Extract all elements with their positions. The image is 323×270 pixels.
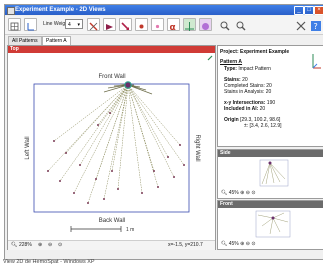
- zoom-out-icon[interactable]: [235, 19, 247, 31]
- type-row: Type: Impact Pattern: [224, 66, 271, 72]
- front-view-panel: Front 🔍︎ 45% ⊕ ⊖ ⊙: [217, 200, 323, 250]
- svg-text:α: α: [170, 23, 176, 32]
- zoom-fit-icon[interactable]: ⊙: [58, 241, 62, 250]
- stain-marker[interactable]: [111, 170, 113, 172]
- tab-pattern-a[interactable]: Pattern A: [42, 36, 71, 45]
- origin-marker: [124, 81, 132, 89]
- scale-label: 1 m: [126, 227, 134, 233]
- line-weight-select[interactable]: 4 ▾: [65, 19, 83, 29]
- stain-marker[interactable]: [153, 170, 155, 172]
- grid-view-icon[interactable]: [8, 18, 21, 31]
- side-view-panel: Side 🔍︎ 45% ⊕ ⊖ ⊙: [217, 149, 323, 199]
- magnify-icon: 🔍︎: [221, 241, 228, 247]
- close-view-icon[interactable]: [295, 19, 307, 31]
- top-view-header: Top: [8, 46, 215, 53]
- stain-marker[interactable]: [183, 164, 185, 166]
- stain-arrow-icon[interactable]: [103, 18, 116, 31]
- stain-marker[interactable]: [103, 198, 105, 200]
- stain-marker[interactable]: [109, 112, 111, 114]
- stain-marker[interactable]: [79, 164, 81, 166]
- zoom-fit-icon[interactable]: ⊙: [251, 190, 255, 196]
- front-zoom-level: 45%: [228, 241, 239, 247]
- stain-marker[interactable]: [73, 192, 75, 194]
- project-title: Project: Experiment Example: [220, 49, 290, 55]
- front-view-canvas[interactable]: [218, 208, 323, 240]
- stain-marker[interactable]: [65, 152, 67, 154]
- pattern-name[interactable]: Pattern A: [220, 59, 242, 65]
- stains-in-analysis-row: Stains in Analysis: 20: [224, 89, 272, 95]
- toolbar: Line Weight: 4 ▾ α ?: [5, 16, 323, 35]
- maximize-icon[interactable]: □: [304, 6, 314, 15]
- top-view-zoom-bar: 🔍︎ 228% ⊕ ⊖ ⊙ x=-1.5, y=210.7: [8, 240, 215, 250]
- stain-marker[interactable]: [179, 144, 181, 146]
- help-icon[interactable]: ?: [310, 19, 322, 31]
- top-view-title: Top: [10, 46, 19, 52]
- top-view-canvas[interactable]: Front Wall Back Wall Left Wall Right Wal…: [8, 53, 215, 240]
- stain-marker[interactable]: [95, 178, 97, 180]
- screenshot-caption: View 2D de HemoSpat - Windows XP: [3, 259, 95, 265]
- pink-dot-icon[interactable]: [151, 18, 164, 31]
- stain-marker[interactable]: [173, 176, 175, 178]
- side-zoom-bar: 🔍︎ 45% ⊕ ⊖ ⊙: [221, 189, 256, 198]
- uncertainty-row: ±: [3.4, 2.6, 12.9]: [244, 123, 282, 129]
- stain-marker[interactable]: [59, 180, 61, 182]
- point-icon[interactable]: [135, 18, 148, 31]
- sphere-icon[interactable]: [199, 18, 212, 31]
- stain-marker[interactable]: [53, 140, 55, 142]
- magnify-icon: 🔍︎: [11, 242, 18, 248]
- magnify-icon: 🔍︎: [221, 190, 228, 196]
- app-icon: [7, 7, 15, 15]
- alpha-icon[interactable]: α: [167, 18, 180, 33]
- side-view-header: Side: [218, 150, 323, 157]
- line-weight-value: 4: [68, 22, 71, 28]
- right-wall-label: Right Wall: [194, 134, 200, 161]
- zoom-fit-icon[interactable]: ⊙: [251, 241, 255, 247]
- right-column: Project: Experiment Example Pattern A Ty…: [217, 45, 323, 250]
- line-arrow-icon[interactable]: [119, 18, 132, 31]
- top-zoom-level: 228%: [19, 242, 32, 248]
- stain-marker[interactable]: [141, 192, 143, 194]
- front-wall-label: Front Wall: [98, 74, 125, 80]
- project-panel: Project: Experiment Example Pattern A Ty…: [217, 45, 323, 147]
- app-window: Experiment Example - 2D Views _ □ × Line…: [4, 4, 323, 260]
- axes-view-icon[interactable]: [24, 18, 37, 31]
- stain-marker[interactable]: [47, 170, 49, 172]
- front-view-header: Front: [218, 201, 323, 208]
- stain-marker[interactable]: [167, 156, 169, 158]
- zoom-in-icon[interactable]: ⊕: [240, 190, 244, 196]
- stain-marker[interactable]: [157, 186, 159, 188]
- side-view-canvas[interactable]: [218, 157, 323, 189]
- tab-all-patterns[interactable]: All Patterns: [8, 36, 42, 45]
- stain-marker[interactable]: [87, 202, 89, 204]
- minimize-icon[interactable]: _: [294, 6, 304, 15]
- zoom-in-icon[interactable]: [219, 19, 231, 31]
- convergence-icon[interactable]: [183, 18, 196, 31]
- back-wall-label: Back Wall: [99, 218, 125, 224]
- room-outline: [33, 83, 190, 213]
- trajectory-tool-icon[interactable]: [87, 18, 100, 31]
- tab-row: All Patterns Pattern A: [5, 35, 215, 45]
- zoom-in-icon[interactable]: ⊕: [240, 241, 244, 247]
- stain-marker[interactable]: [117, 188, 119, 190]
- top-view-panel: Top Front Wall Back Wall Left Wall Right…: [7, 45, 216, 250]
- zoom-in-icon[interactable]: ⊕: [38, 241, 42, 250]
- side-zoom-level: 45%: [228, 190, 239, 196]
- front-zoom-bar: 🔍︎ 45% ⊕ ⊖ ⊙: [221, 240, 256, 249]
- svg-text:?: ?: [314, 22, 318, 31]
- title-bar[interactable]: Experiment Example - 2D Views _ □ ×: [5, 5, 323, 15]
- zoom-out-icon[interactable]: ⊖: [48, 241, 52, 250]
- window-title: Experiment Example - 2D Views: [15, 7, 106, 13]
- included-row: Included in AI: 20: [224, 106, 266, 112]
- cursor-coords: x=-1.5, y=210.7: [168, 242, 203, 248]
- zoom-out-icon[interactable]: ⊖: [246, 190, 250, 196]
- stain-marker[interactable]: [97, 124, 99, 126]
- side-view-title: Side: [220, 150, 231, 156]
- close-icon[interactable]: ×: [314, 6, 323, 15]
- front-view-title: Front: [220, 201, 233, 207]
- zoom-out-icon[interactable]: ⊖: [246, 241, 250, 247]
- axes-icon: [312, 54, 321, 69]
- left-wall-label: Left Wall: [25, 136, 31, 159]
